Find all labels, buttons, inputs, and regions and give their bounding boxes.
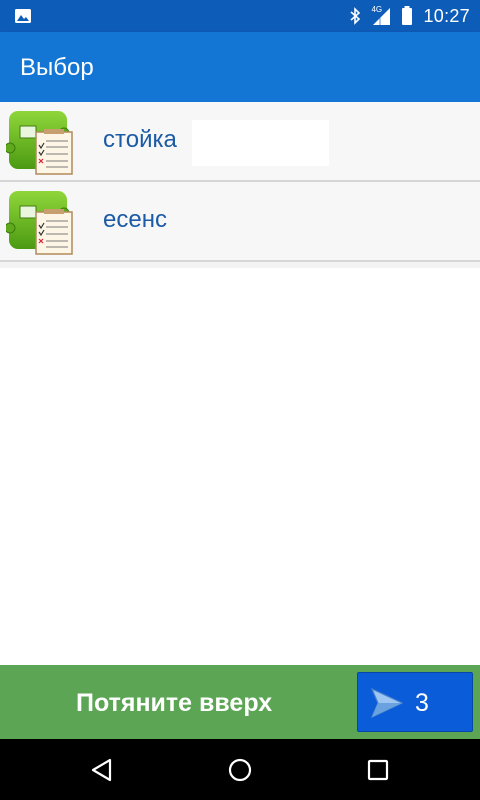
list-item-label: стойка	[103, 126, 177, 153]
status-icons: 4G 10:27	[349, 0, 470, 32]
send-count: 3	[415, 689, 429, 717]
signal-icon: 4G	[371, 5, 391, 26]
pull-up-bar[interactable]: Потяните вверх 3	[0, 665, 480, 739]
battery-icon	[401, 6, 413, 26]
list-item-label: есенс	[103, 206, 167, 233]
checklist-app-icon	[4, 188, 74, 256]
list-item[interactable]: стойка	[0, 102, 480, 182]
checklist-app-icon	[4, 108, 74, 176]
page-title: Выбор	[20, 54, 94, 81]
network-label: 4G	[371, 5, 383, 14]
screen: 4G 10:27 Выбор стойка есенс Потяните вве…	[0, 0, 480, 800]
home-icon[interactable]	[226, 756, 254, 784]
bluetooth-icon	[349, 7, 361, 25]
recents-icon[interactable]	[364, 756, 392, 784]
text-cursor-area	[192, 120, 329, 166]
pull-up-label: Потяните вверх	[76, 689, 273, 717]
app-bar: Выбор	[0, 32, 480, 102]
status-bar: 4G 10:27	[0, 0, 480, 32]
list-item[interactable]: есенс	[0, 182, 480, 262]
image-notification-icon	[14, 8, 32, 24]
navigation-bar	[0, 739, 480, 800]
send-icon	[370, 687, 404, 719]
status-time: 10:27	[423, 5, 470, 26]
send-button[interactable]: 3	[357, 672, 473, 732]
list-footer-divider	[0, 262, 480, 268]
selection-list: стойка есенс	[0, 102, 480, 268]
back-icon[interactable]	[88, 756, 116, 784]
